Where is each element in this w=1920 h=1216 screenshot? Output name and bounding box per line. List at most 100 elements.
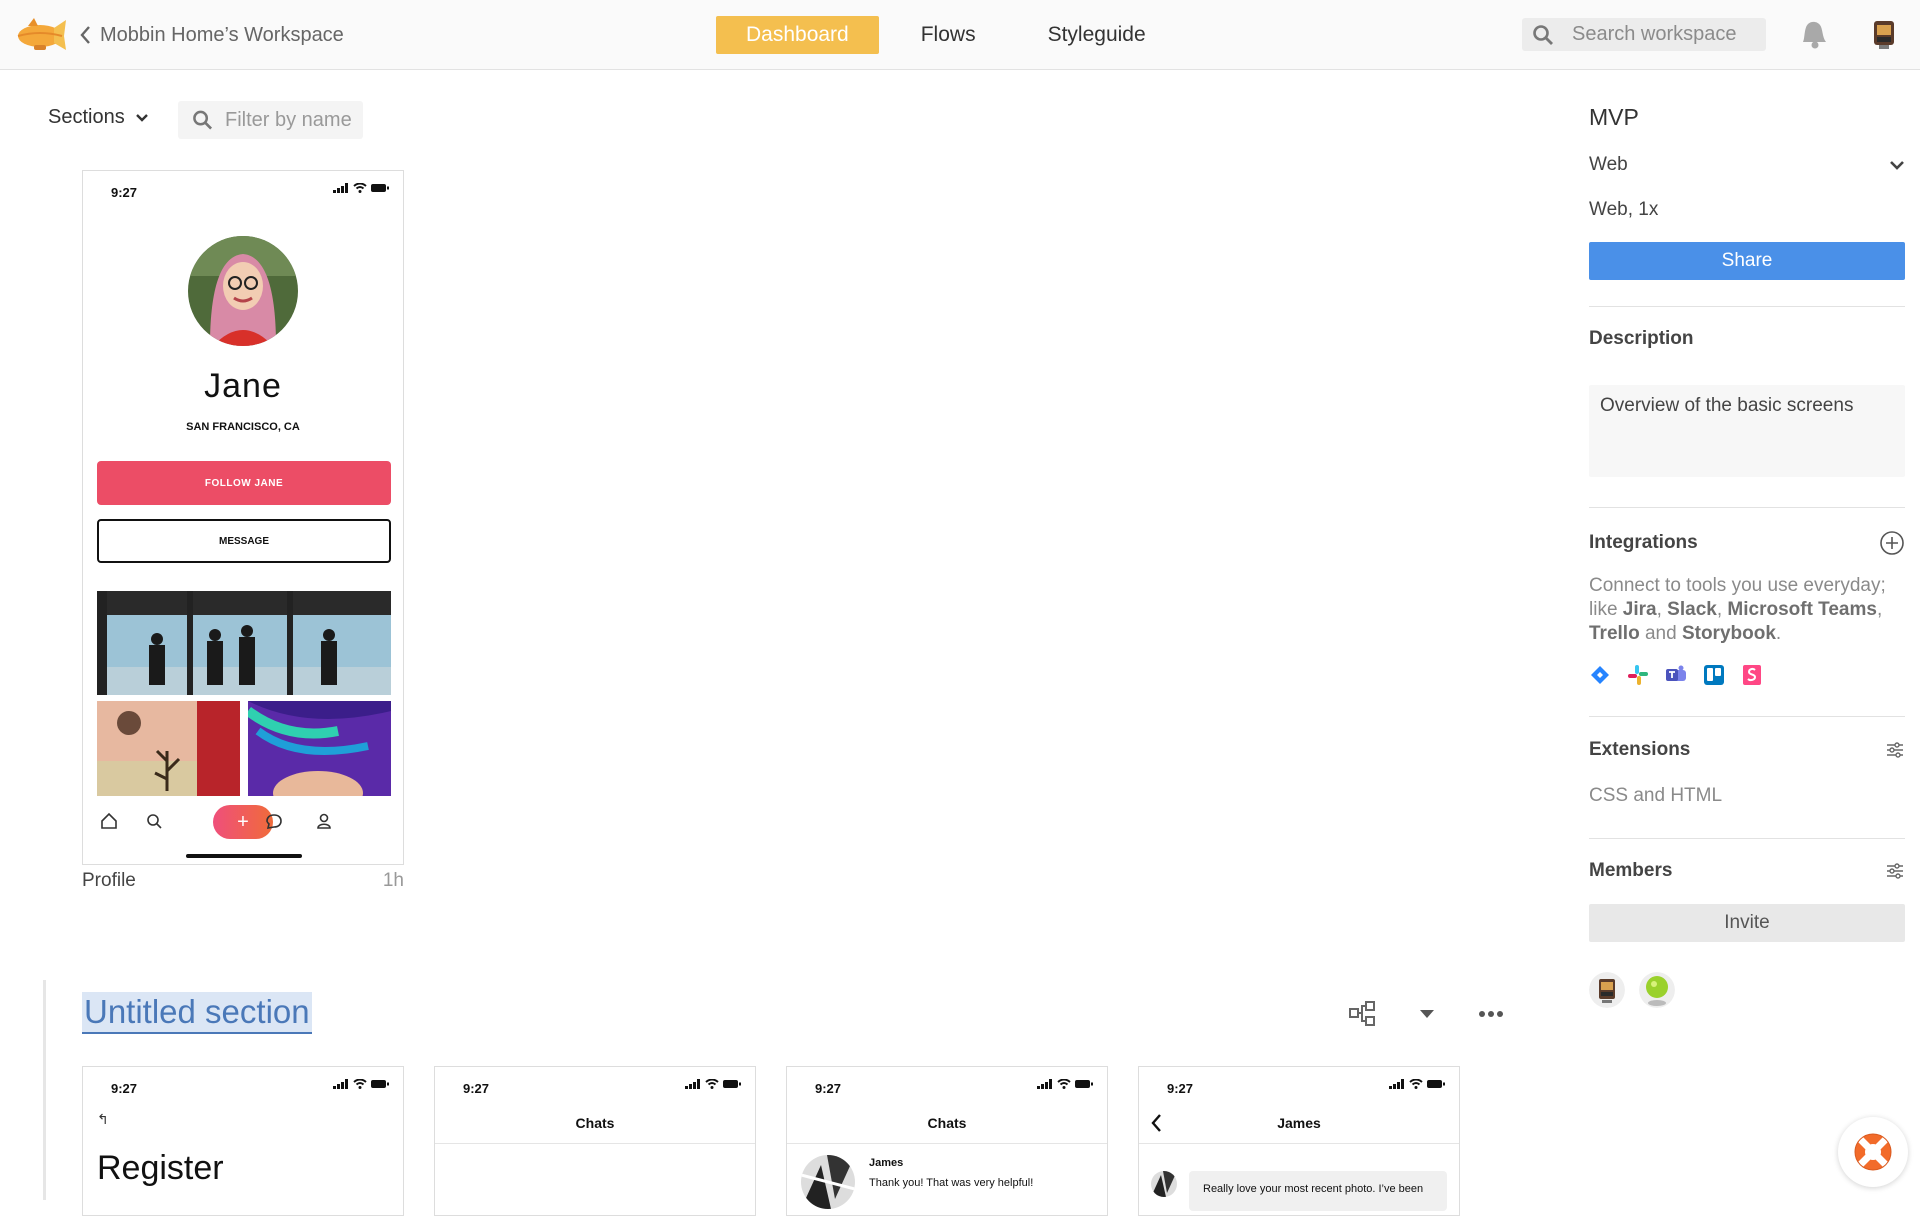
invite-button[interactable]: Invite: [1589, 904, 1905, 942]
integrations-heading: Integrations: [1589, 530, 1905, 556]
tab-styleguide[interactable]: Styleguide: [1018, 16, 1176, 54]
status-time: 9:27: [463, 1081, 490, 1096]
caret-down-icon[interactable]: [1412, 1000, 1442, 1028]
tool-storybook-label: Storybook: [1681, 623, 1776, 644]
battery-icon: [723, 1080, 741, 1088]
divider: [1589, 507, 1905, 508]
platform-value: Web: [1589, 154, 1628, 175]
top-bar: Mobbin Home’s Workspace Dashboard Flows …: [0, 0, 1920, 70]
home-icon: [101, 812, 117, 829]
photo-plant: [97, 701, 240, 796]
divider: [1589, 838, 1905, 839]
member-avatar[interactable]: [1639, 972, 1675, 1008]
sliders-settings-icon[interactable]: [1885, 862, 1905, 880]
description-textarea[interactable]: Overview of the basic screens: [1589, 385, 1905, 477]
status-icons: [333, 183, 389, 193]
extensions-heading-text: Extensions: [1589, 739, 1691, 760]
flow-diagram-icon[interactable]: [1348, 1000, 1378, 1028]
density-row: Web, 1x: [1589, 199, 1905, 221]
trello-icon[interactable]: [1703, 664, 1725, 686]
separator: ,: [1716, 599, 1728, 620]
sliders-settings-icon[interactable]: [1885, 741, 1905, 759]
header-divider: [787, 1143, 1107, 1144]
blimp-logo-icon[interactable]: [14, 12, 68, 56]
battery-icon: [371, 184, 389, 192]
lifebuoy-icon: [1854, 1133, 1892, 1171]
signal-icon: [685, 1079, 700, 1089]
screen-thumbnail-chats-list[interactable]: 9:27 Chats James Thank you! That was ver…: [786, 1066, 1108, 1216]
platform-dropdown[interactable]: Web: [1589, 154, 1905, 176]
integrations-heading-text: Integrations: [1589, 532, 1698, 553]
microsoft-teams-icon[interactable]: [1665, 664, 1687, 686]
battery-icon: [1075, 1080, 1093, 1088]
tool-teams-label: Microsoft Teams: [1727, 599, 1877, 620]
filter-input[interactable]: [223, 107, 363, 133]
header-divider: [435, 1143, 755, 1144]
divider: [1589, 306, 1905, 307]
sections-dropdown[interactable]: Sections: [48, 106, 149, 129]
screen-header-title: James: [1277, 1115, 1321, 1131]
share-button[interactable]: Share: [1589, 242, 1905, 280]
jira-icon[interactable]: [1589, 664, 1611, 686]
undo-arrow-icon: ↰: [97, 1111, 109, 1127]
tool-jira-label: Jira: [1622, 599, 1657, 620]
screen-thumbnail-chats-empty[interactable]: 9:27 Chats: [434, 1066, 756, 1216]
notifications-bell-icon[interactable]: [1796, 16, 1830, 52]
members-heading: Members: [1589, 860, 1905, 882]
screen-thumbnail-conversation[interactable]: 9:27 James Really love your most recent …: [1138, 1066, 1460, 1216]
app-tab-bar: +: [83, 796, 403, 846]
add-integration-icon[interactable]: [1879, 530, 1905, 556]
status-time: 9:27: [1167, 1081, 1194, 1096]
tool-trello-label: Trello: [1589, 623, 1640, 644]
screen-header-title: Chats: [575, 1115, 615, 1131]
chat-avatar: [1151, 1171, 1177, 1197]
separator: and: [1639, 623, 1682, 644]
wifi-icon: [1057, 1079, 1071, 1089]
profile-photo: [188, 236, 298, 346]
screen-name: Profile: [82, 870, 136, 891]
user-icon: [317, 813, 331, 829]
profile-name: Jane: [204, 367, 282, 405]
battery-icon: [1427, 1080, 1445, 1088]
storybook-icon[interactable]: [1741, 664, 1763, 686]
integration-icons: [1589, 664, 1763, 686]
members-heading-text: Members: [1589, 860, 1673, 881]
back-to-workspace-link[interactable]: Mobbin Home’s Workspace: [78, 20, 344, 50]
status-icons: [1037, 1079, 1093, 1089]
tab-flows[interactable]: Flows: [891, 16, 1006, 54]
screen-header-title: Chats: [927, 1115, 967, 1131]
slack-icon[interactable]: [1627, 664, 1649, 686]
status-icons: [333, 1079, 389, 1089]
status-time: 9:27: [111, 1081, 138, 1096]
section-title[interactable]: Untitled section: [82, 992, 312, 1034]
help-lifebuoy-button[interactable]: [1838, 1117, 1908, 1187]
screen-thumbnail-profile[interactable]: 9:27 Jane SAN FRANCISCO, CA FOLLOW JANE …: [82, 170, 404, 865]
chat-icon: [266, 814, 282, 829]
extensions-heading: Extensions: [1589, 739, 1905, 761]
chat-last-message: Thank you! That was very helpful!: [869, 1177, 1034, 1189]
screen-updated-time: 1h: [382, 870, 404, 891]
status-time: 9:27: [111, 185, 138, 200]
tab-dashboard[interactable]: Dashboard: [716, 16, 879, 54]
workspace-name: Mobbin Home’s Workspace: [100, 23, 344, 46]
more-options-icon[interactable]: [1476, 1000, 1506, 1028]
chevron-down-icon: [135, 113, 148, 122]
message-button: MESSAGE: [97, 519, 391, 563]
status-icons: [1389, 1079, 1445, 1089]
search-icon: [1533, 24, 1553, 45]
screen-thumbnail-register[interactable]: 9:27 ↰ Register: [82, 1066, 404, 1216]
tool-slack-label: Slack: [1667, 599, 1717, 620]
user-avatar[interactable]: [1867, 16, 1901, 52]
status-time: 9:27: [815, 1081, 842, 1096]
sections-label: Sections: [48, 106, 125, 128]
member-avatar[interactable]: [1589, 972, 1625, 1008]
search-input[interactable]: [1570, 22, 1750, 47]
signal-icon: [1037, 1079, 1052, 1089]
workspace-search: [1522, 18, 1766, 51]
signal-icon: [1389, 1079, 1404, 1089]
photo-silhouettes: [97, 591, 391, 695]
status-bar: 9:27: [787, 1067, 1107, 1103]
screen-caption: Profile 1h: [82, 870, 404, 892]
divider: [1589, 716, 1905, 717]
home-indicator: [186, 854, 302, 858]
